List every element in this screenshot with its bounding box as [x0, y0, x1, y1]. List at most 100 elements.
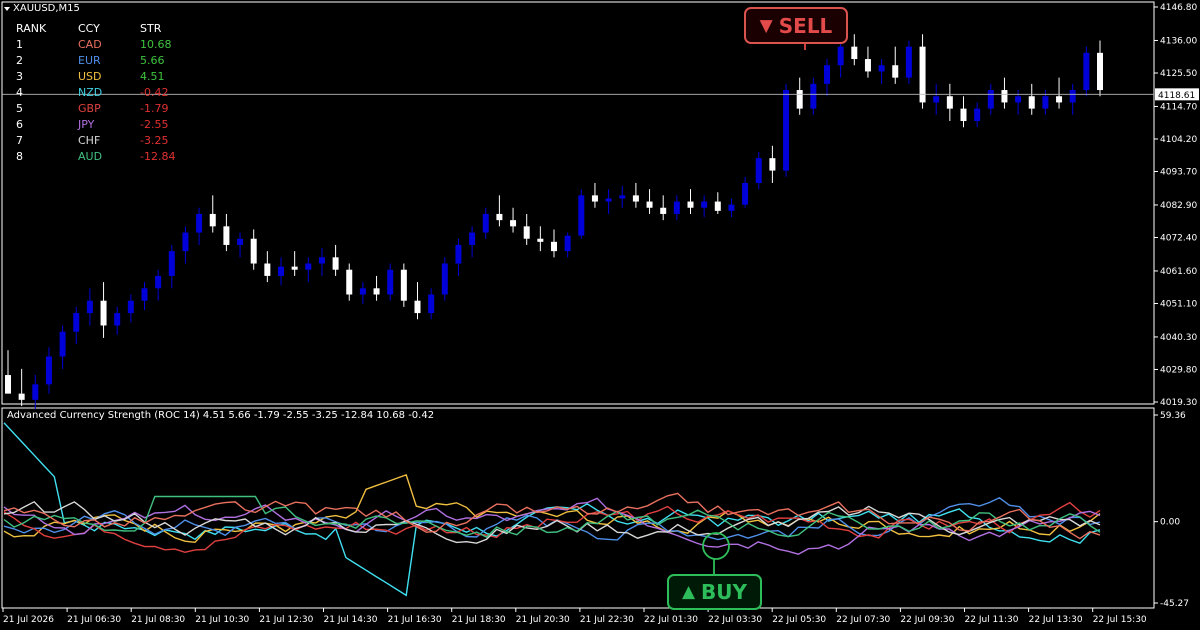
- time-tick-label: 21 Jul 18:30: [452, 615, 506, 625]
- current-price-label: 4118.61: [1158, 91, 1195, 101]
- candle-body: [742, 182, 749, 205]
- time-tick-label: 21 Jul 12:30: [259, 615, 313, 625]
- strength-cell: 4.51: [140, 70, 165, 83]
- candle-body: [73, 313, 80, 332]
- candle-body: [469, 232, 476, 245]
- time-axis: 21 Jul 2026 21 Jul 06:30 21 Jul 08:30 21 Ju…: [2, 608, 1147, 625]
- candle-body: [5, 375, 11, 394]
- buy-signal-badge: ▲ BUY: [667, 574, 762, 610]
- candle-body: [196, 213, 203, 233]
- strength-cell: -3.25: [140, 134, 169, 147]
- time-tick-label: 22 Jul 09:30: [900, 615, 954, 625]
- candle-body: [1069, 90, 1076, 103]
- table-row: 3 USD 4.51: [16, 69, 210, 85]
- candle-body: [250, 238, 257, 264]
- price-tick-label: 4040.30: [1160, 333, 1197, 343]
- time-tick-label: 22 Jul 07:30: [836, 615, 890, 625]
- indicator-axis: 59.36 0.00 -45.27: [1154, 411, 1189, 609]
- candle-body: [878, 65, 885, 72]
- candle-body: [1015, 96, 1022, 103]
- time-tick-label: 22 Jul 03:30: [708, 615, 762, 625]
- strength-cell: -12.84: [140, 150, 176, 163]
- candle-body: [564, 235, 571, 252]
- rank-cell: 4: [16, 86, 23, 99]
- time-tick-label: 21 Jul 08:30: [131, 615, 185, 625]
- strength-cell: -1.79: [140, 102, 169, 115]
- rank-cell: 2: [16, 54, 23, 67]
- time-tick-label: 21 Jul 22:30: [580, 615, 634, 625]
- candle-body: [400, 269, 407, 301]
- candle-body: [1083, 52, 1090, 91]
- price-tick-label: 4029.80: [1160, 365, 1197, 375]
- time-tick-label: 21 Jul 06:30: [67, 615, 121, 625]
- signal-markers: [702, 44, 806, 574]
- currency-cell: USD: [78, 70, 102, 83]
- table-row: 2 EUR 5.66: [16, 53, 210, 69]
- indicator-lines: [3, 422, 1101, 597]
- currency-cell: AUD: [78, 150, 103, 163]
- candle-body: [278, 266, 284, 276]
- table-row: 1 CAD 10.68: [16, 37, 210, 53]
- table-header-row: RANK CCY STR: [16, 21, 210, 37]
- price-tick-label: 4093.70: [1160, 168, 1197, 178]
- candle-body: [783, 90, 790, 171]
- candle-body: [455, 244, 462, 264]
- price-tick-label: 4072.40: [1160, 233, 1197, 243]
- candle-body: [428, 294, 435, 314]
- candle-body: [905, 46, 912, 78]
- rank-cell: 5: [16, 102, 23, 115]
- candle-body: [1056, 96, 1063, 103]
- price-tick-label: 4082.90: [1160, 201, 1197, 211]
- candle-body: [1001, 90, 1008, 103]
- time-tick-label: 21 Jul 20:30: [516, 615, 570, 625]
- candle-body: [510, 220, 517, 227]
- candle-body: [496, 213, 503, 221]
- candle-body: [619, 195, 626, 199]
- candle-body: [182, 232, 189, 252]
- candle-body: [769, 158, 776, 171]
- triangle-down-icon[interactable]: [4, 6, 10, 11]
- header-str: STR: [140, 22, 162, 35]
- candle-body: [86, 300, 93, 314]
- buy-label: BUY: [701, 580, 748, 604]
- candle-body: [482, 213, 489, 233]
- indicator-tick-label: -45.27: [1160, 599, 1189, 609]
- currency-cell: NZD: [78, 86, 103, 99]
- time-tick-label: 21 Jul 16:30: [388, 615, 442, 625]
- indicator-panel-border: [1, 407, 1155, 609]
- candle-body: [632, 195, 639, 202]
- candle-body: [127, 300, 134, 314]
- rank-cell: 6: [16, 118, 23, 131]
- trading-chart[interactable]: 4146.80 4136.00 4125.50 4114.70 4104.20 4093.…: [0, 0, 1200, 630]
- currency-cell: EUR: [78, 54, 101, 67]
- candle-body: [1028, 96, 1035, 109]
- price-tick-label: 4125.50: [1160, 69, 1197, 79]
- price-tick-label: 4114.70: [1160, 102, 1197, 112]
- candle-body: [714, 201, 721, 211]
- time-tick-label: 22 Jul 13:30: [1029, 615, 1083, 625]
- candle-body: [318, 257, 325, 264]
- sell-label: SELL: [778, 13, 833, 38]
- candle-body: [796, 90, 803, 109]
- candle-body: [168, 251, 175, 276]
- triangle-up-icon: ▲: [681, 582, 696, 602]
- price-tick-label: 4136.00: [1160, 36, 1197, 46]
- candle-body: [673, 201, 680, 214]
- candle-body: [332, 257, 339, 270]
- symbol-header[interactable]: XAUUSD,M15: [4, 3, 80, 14]
- currency-cell: CAD: [78, 38, 102, 51]
- rank-cell: 7: [16, 134, 23, 147]
- candle-body: [824, 65, 830, 84]
- candle-body: [346, 269, 353, 295]
- candle-body: [987, 90, 994, 109]
- header-rank: RANK: [16, 22, 47, 35]
- candle-body: [414, 300, 421, 314]
- time-tick-label: 21 Jul 10:30: [195, 615, 249, 625]
- candle-body: [237, 238, 244, 245]
- time-tick-label: 22 Jul 05:30: [772, 615, 826, 625]
- currency-cell: CHF: [78, 134, 101, 147]
- strength-cell: 5.66: [140, 54, 165, 67]
- rank-cell: 3: [16, 70, 23, 83]
- candle-body: [45, 356, 52, 385]
- price-tick-label: 4051.10: [1160, 299, 1197, 309]
